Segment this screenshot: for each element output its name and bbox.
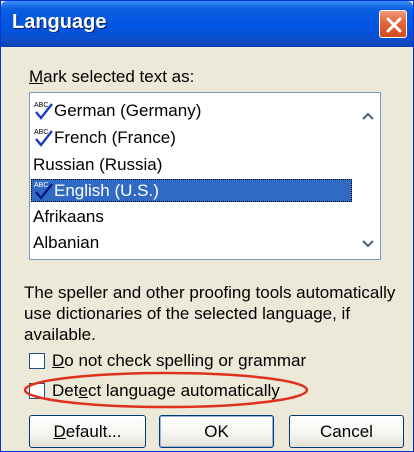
- close-button[interactable]: [379, 10, 407, 38]
- list-item-french[interactable]: ABC French (France): [31, 126, 351, 149]
- list-item-german[interactable]: ABC German (Germany): [31, 99, 351, 122]
- list-item-russian[interactable]: Russian (Russia): [31, 153, 351, 176]
- abc-check-icon: ABC: [34, 102, 53, 120]
- close-icon: [386, 17, 402, 33]
- svg-text:ABC: ABC: [34, 102, 48, 109]
- default-button[interactable]: Default...: [29, 415, 146, 448]
- help-text: The speller and other proofing tools aut…: [24, 283, 396, 344]
- ok-button[interactable]: OK: [159, 415, 274, 448]
- svg-text:ABC: ABC: [34, 182, 48, 189]
- dialog-title: Language: [12, 11, 107, 33]
- mark-selected-text-label: Mark selected text as:: [29, 67, 195, 86]
- cancel-button[interactable]: Cancel: [289, 415, 404, 448]
- language-dialog: Language Mark selected text as: ABC Germ…: [0, 0, 414, 452]
- svg-text:ABC: ABC: [34, 129, 48, 136]
- highlight-ellipse: [23, 371, 309, 409]
- no-check-spelling-checkbox[interactable]: [29, 353, 45, 369]
- scroll-up-arrow-icon[interactable]: [360, 109, 376, 123]
- abc-check-icon: ABC: [34, 182, 53, 200]
- list-item-english[interactable]: ABC English (U.S.): [31, 179, 352, 202]
- language-list[interactable]: ABC German (Germany) ABC French (France)…: [29, 92, 381, 260]
- list-item-albanian[interactable]: Albanian: [31, 231, 351, 254]
- title-bar[interactable]: Language: [1, 1, 413, 47]
- list-item-afrikaans[interactable]: Afrikaans: [31, 205, 351, 228]
- abc-check-icon: ABC: [34, 129, 53, 147]
- scroll-down-arrow-icon[interactable]: [360, 237, 376, 251]
